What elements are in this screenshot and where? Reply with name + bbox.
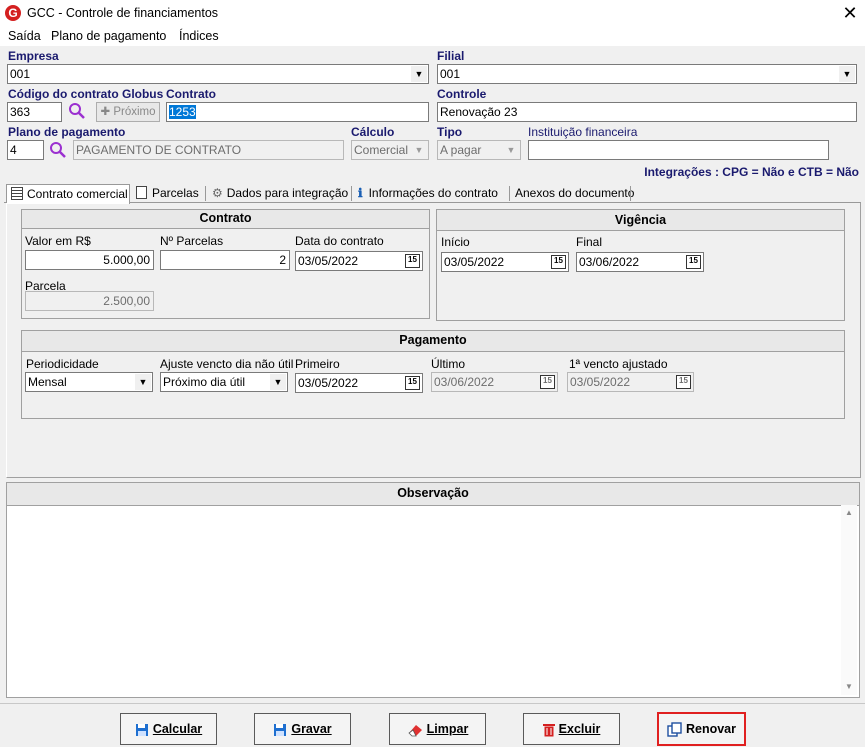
document-icon	[136, 186, 147, 199]
final-label: Final	[576, 235, 603, 249]
vencto-ajustado-label: 1ª vencto ajustado	[569, 357, 668, 371]
valor-label: Valor em R$	[25, 234, 91, 248]
floppy-disk-icon	[135, 723, 148, 736]
info-icon: ℹ	[358, 186, 363, 200]
calcular-button[interactable]: Calcular	[120, 713, 217, 745]
tab-parcelas[interactable]: Parcelas	[136, 184, 199, 203]
plano-pagamento-label: Plano de pagamento	[8, 125, 126, 139]
periodicidade-label: Periodicidade	[26, 357, 99, 371]
plano-desc-field: PAGAMENTO DE CONTRATO	[73, 140, 344, 160]
contrato-input[interactable]: 1253	[166, 102, 429, 122]
instituicao-label: Instituição financeira	[528, 125, 638, 139]
tab-separator	[630, 186, 631, 201]
empresa-select[interactable]: 001 ▼	[7, 64, 429, 84]
ajuste-vencto-select[interactable]: Próximo dia útil ▼	[160, 372, 288, 392]
eraser-icon	[408, 724, 422, 737]
window-title: GCC - Controle de financiamentos	[27, 6, 219, 20]
pagamento-panel-title: Pagamento	[22, 331, 844, 352]
nparcelas-label: Nº Parcelas	[160, 234, 224, 248]
chevron-down-icon[interactable]: ▼	[839, 66, 855, 82]
renovar-button[interactable]: Renovar	[657, 712, 746, 746]
inicio-input[interactable]: 03/05/2022 15	[441, 252, 569, 272]
final-input[interactable]: 03/06/2022 15	[576, 252, 704, 272]
controle-label: Controle	[437, 87, 487, 101]
controle-input[interactable]: Renovação 23	[437, 102, 857, 122]
gear-icon: ⚙	[212, 186, 223, 200]
tab-separator	[351, 186, 352, 201]
primeiro-label: Primeiro	[295, 357, 340, 371]
ultimo-label: Último	[431, 357, 466, 371]
floppy-disk-icon	[274, 723, 287, 736]
filial-value: 001	[440, 67, 461, 81]
calendar-icon[interactable]: 15	[405, 254, 420, 268]
chevron-down-icon: ▼	[503, 142, 519, 158]
calendar-icon: 15	[676, 375, 691, 389]
chevron-down-icon[interactable]: ▼	[270, 374, 286, 390]
contrato-label: Contrato	[166, 87, 216, 101]
scroll-up-icon[interactable]: ▲	[843, 507, 855, 519]
codigo-contrato-label: Código do contrato Globus	[8, 87, 164, 101]
empresa-value: 001	[10, 67, 31, 81]
integracoes-status: Integrações : CPG = Não e CTB = Não	[644, 165, 859, 179]
vigencia-panel-title: Vigência	[437, 210, 844, 231]
tab-contrato-comercial[interactable]: Contrato comercial	[6, 184, 130, 204]
calculo-select: Comercial ▼	[351, 140, 429, 160]
footer-divider	[0, 703, 865, 704]
tab-informacoes-contrato[interactable]: ℹ Informações do contrato	[358, 184, 498, 203]
calendar-icon[interactable]: 15	[686, 255, 701, 269]
plus-icon: ✚	[100, 106, 114, 118]
limpar-button[interactable]: Limpar	[389, 713, 486, 745]
scroll-down-icon[interactable]: ▼	[843, 681, 855, 693]
calculo-label: Cálculo	[351, 125, 395, 139]
data-contrato-input[interactable]: 03/05/2022 15	[295, 251, 423, 271]
observacao-title: Observação	[7, 483, 859, 506]
ajuste-vencto-label: Ajuste vencto dia não útil	[160, 357, 294, 371]
periodicidade-select[interactable]: Mensal ▼	[25, 372, 153, 392]
ultimo-field: 03/06/2022 15	[431, 372, 558, 392]
calendar-icon[interactable]: 15	[405, 376, 420, 390]
nparcelas-input[interactable]: 2	[160, 250, 290, 270]
chevron-down-icon: ▼	[411, 142, 427, 158]
instituicao-input[interactable]	[528, 140, 829, 160]
observacao-textarea[interactable]	[9, 505, 839, 695]
tab-separator	[509, 186, 510, 201]
search-icon[interactable]	[49, 141, 67, 159]
filial-select[interactable]: 001 ▼	[437, 64, 857, 84]
chevron-down-icon[interactable]: ▼	[411, 66, 427, 82]
tab-anexos-documento[interactable]: Anexos do documento	[515, 184, 634, 203]
copy-icon	[667, 722, 682, 737]
data-contrato-label: Data do contrato	[295, 234, 384, 248]
tab-dados-integracao[interactable]: ⚙ Dados para integração	[212, 184, 348, 203]
calendar-icon: 15	[540, 375, 555, 389]
empresa-label: Empresa	[8, 49, 59, 63]
tipo-label: Tipo	[437, 125, 463, 139]
parcela-field: 2.500,00	[25, 291, 154, 311]
menu-item-saida[interactable]: Saída	[8, 29, 41, 43]
contrato-panel-title: Contrato	[22, 210, 429, 229]
menu-item-indices[interactable]: Índices	[179, 29, 219, 43]
menu-item-plano-pagamento[interactable]: Plano de pagamento	[51, 29, 166, 43]
excluir-button[interactable]: Excluir	[523, 713, 620, 745]
gravar-button[interactable]: Gravar	[254, 713, 351, 745]
inicio-label: Início	[441, 235, 470, 249]
close-icon[interactable]: ✕	[838, 2, 862, 24]
document-list-icon	[11, 187, 23, 200]
codigo-contrato-input[interactable]: 363	[7, 102, 62, 122]
search-icon[interactable]	[68, 102, 86, 120]
plano-code-input[interactable]: 4	[7, 140, 44, 160]
contrato-value: 1253	[169, 105, 196, 119]
observacao-scrollbar[interactable]: ▲ ▼	[841, 505, 857, 695]
filial-label: Filial	[437, 49, 465, 63]
primeiro-input[interactable]: 03/05/2022 15	[295, 373, 423, 393]
tab-separator	[205, 186, 206, 201]
calendar-icon[interactable]: 15	[551, 255, 566, 269]
tipo-select: A pagar ▼	[437, 140, 521, 160]
proximo-button[interactable]: ✚ Próximo	[96, 102, 160, 122]
trash-icon	[542, 723, 555, 737]
chevron-down-icon[interactable]: ▼	[135, 374, 151, 390]
vencto-ajustado-field: 03/05/2022 15	[567, 372, 694, 392]
valor-input[interactable]: 5.000,00	[25, 250, 154, 270]
app-logo-icon: G	[5, 5, 21, 21]
